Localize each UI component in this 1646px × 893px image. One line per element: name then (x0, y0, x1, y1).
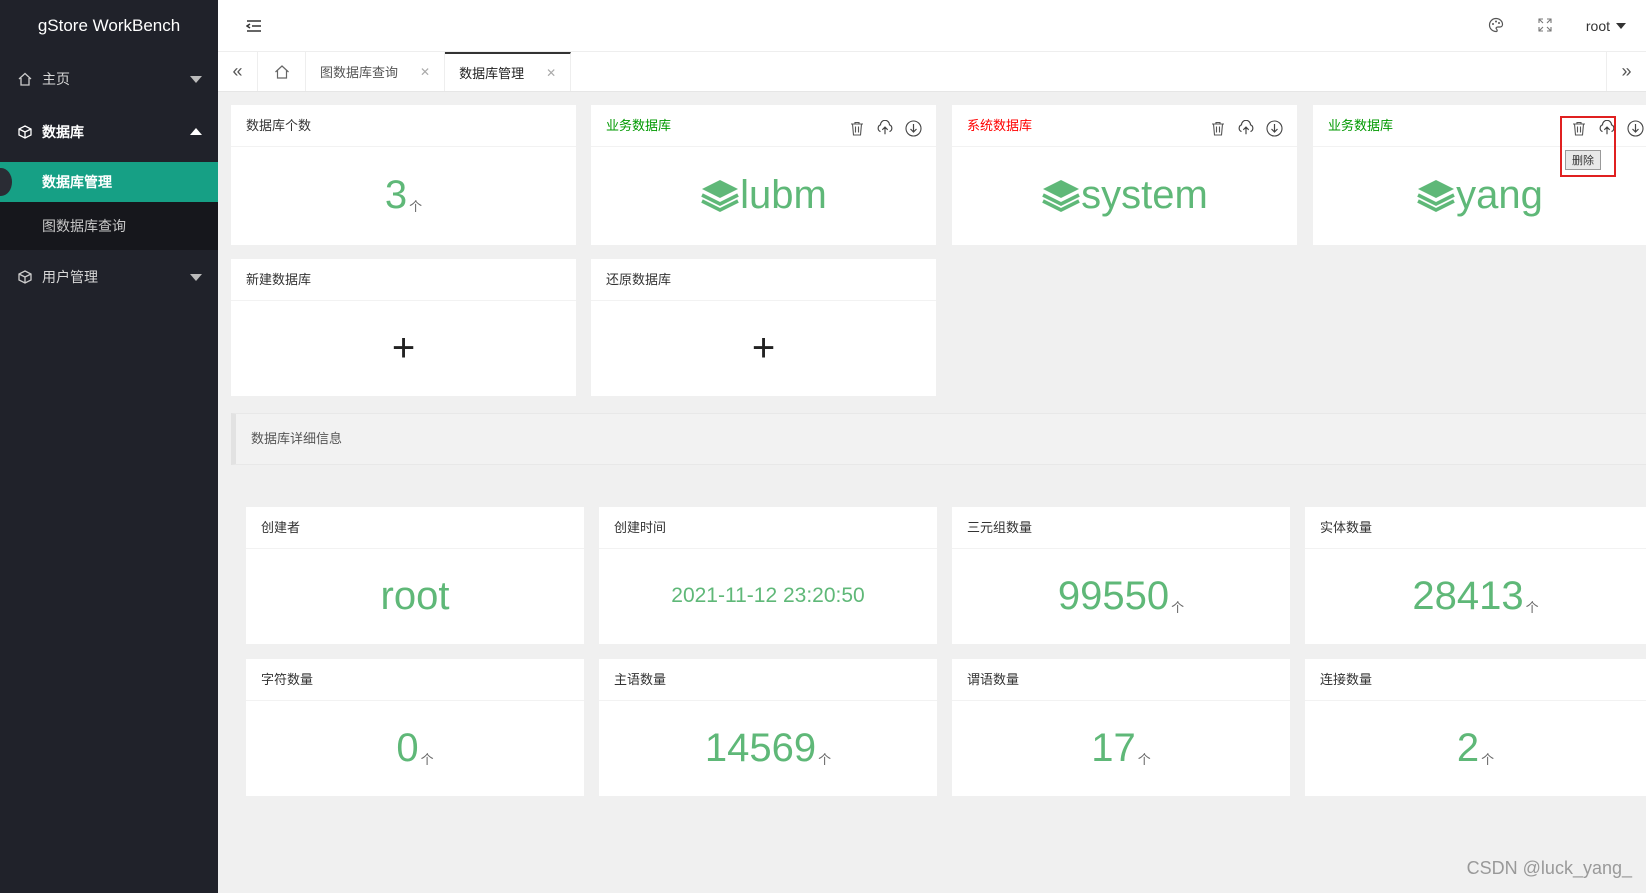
tab-graph-query[interactable]: 图数据库查询 ✕ (306, 52, 446, 91)
unit-label: 个 (420, 751, 434, 767)
detail-card-connections: 连接数量 2个 (1305, 659, 1646, 796)
unit-label: 个 (409, 199, 423, 214)
close-icon[interactable]: ✕ (420, 65, 430, 79)
tab-label: 图数据库查询 (320, 65, 399, 80)
add-icon[interactable]: + (752, 326, 775, 371)
detail-value: 17 (1091, 725, 1136, 770)
home-icon (18, 72, 32, 86)
fullscreen-icon[interactable] (1538, 17, 1552, 35)
sidebar-item-database[interactable]: 数据库 (0, 105, 218, 158)
layers-icon (1417, 179, 1455, 212)
card-title: 创建者 (246, 507, 584, 549)
detail-card-subjects: 主语数量 14569 个 (599, 659, 937, 796)
tabs-scroll-right-icon[interactable]: » (1606, 52, 1646, 91)
card-title: 还原数据库 (591, 259, 936, 301)
unit-label: 个 (1137, 751, 1151, 767)
tabs-scroll-left-icon[interactable]: « (218, 52, 258, 91)
detail-card-literals: 字符数量 0个 (246, 659, 584, 796)
detail-value: 2 (1456, 725, 1480, 770)
detail-card-predicates: 谓语数量 17 个 (952, 659, 1290, 796)
theme-palette-icon[interactable] (1488, 17, 1504, 36)
unit-label: 个 (818, 751, 832, 767)
unit-label: 个 (1171, 599, 1185, 615)
menu-collapse-icon[interactable] (245, 18, 262, 34)
detail-value: root (380, 573, 450, 618)
database-card[interactable]: 系统数据库 system (952, 105, 1297, 245)
home-icon (274, 64, 289, 79)
restore-database-card[interactable]: 还原数据库 + (591, 259, 936, 396)
sidebar-item-graph-query[interactable]: 图数据库查询 (0, 202, 218, 250)
detail-card-triples: 三元组数量 99550 个 (952, 507, 1290, 644)
layers-icon (701, 179, 739, 212)
chevron-up-icon (190, 127, 202, 135)
tab-home[interactable] (258, 52, 306, 91)
cube-icon (18, 124, 32, 139)
sidebar-item-home[interactable]: 主页 (0, 52, 218, 105)
new-database-card[interactable]: 新建数据库 + (231, 259, 576, 396)
chevron-down-icon (1616, 23, 1626, 29)
card-title: 连接数量 (1305, 659, 1646, 701)
cloud-upload-icon[interactable] (876, 119, 894, 137)
db-name: yang (1416, 173, 1543, 218)
section-title: 数据库详细信息 (231, 413, 1646, 465)
close-icon[interactable]: ✕ (546, 66, 556, 80)
detail-value: 28413 (1412, 573, 1524, 618)
sidebar-item-label: 用户管理 (42, 268, 98, 285)
card-title: 数据库个数 (231, 105, 576, 147)
tab-label: 数据库管理 (459, 66, 525, 81)
add-icon[interactable]: + (392, 326, 415, 371)
download-icon[interactable] (1265, 119, 1283, 137)
cloud-upload-icon[interactable] (1237, 119, 1255, 137)
tab-bar: « 图数据库查询 ✕ 数据库管理 ✕ » (218, 52, 1646, 92)
detail-card-created-time: 创建时间 2021-11-12 23:20:50 (599, 507, 937, 644)
layers-icon (1042, 179, 1080, 212)
user-menu[interactable]: root (1586, 18, 1626, 34)
sidebar-item-user-management[interactable]: 用户管理 (0, 250, 218, 303)
detail-card-entities: 实体数量 28413 个 (1305, 507, 1646, 644)
unit-label: 个 (1525, 599, 1539, 615)
tab-db-management[interactable]: 数据库管理 ✕ (445, 52, 572, 91)
watermark: CSDN @luck_yang_ (1466, 858, 1632, 878)
database-submenu: 数据库管理 图数据库查询 (0, 162, 218, 250)
db-name: lubm (700, 173, 827, 218)
detail-value: 14569 (704, 725, 817, 770)
detail-card-creator: 创建者 root (246, 507, 584, 644)
username: root (1585, 18, 1610, 34)
card-title: 新建数据库 (231, 259, 576, 301)
card-title: 主语数量 (599, 659, 937, 701)
database-card[interactable]: 业务数据库 lubm (591, 105, 936, 245)
detail-value: 0 (396, 725, 419, 770)
chevron-down-icon (190, 75, 202, 83)
card-title: 三元组数量 (952, 507, 1290, 549)
trash-icon[interactable] (848, 119, 866, 137)
app-title: gStore WorkBench (37, 16, 181, 35)
detail-value: 2021-11-12 23:20:50 (671, 584, 865, 607)
sidebar-item-label: 主页 (42, 70, 70, 87)
cube-icon (18, 269, 32, 284)
card-title: 创建时间 (599, 507, 937, 549)
card-title: 字符数量 (246, 659, 584, 701)
delete-tooltip: 删除 (1565, 150, 1601, 170)
db-count-card: 数据库个数 3 个 (231, 105, 576, 245)
sidebar-item-label: 数据库 (42, 123, 84, 140)
detail-value: 99550 (1057, 573, 1170, 618)
card-title: 谓语数量 (952, 659, 1290, 701)
download-icon[interactable] (1626, 119, 1644, 137)
unit-label: 个 (1481, 751, 1495, 767)
db-name: system (1041, 173, 1208, 218)
chevron-down-icon (190, 273, 202, 281)
db-count-value: 3 (384, 173, 408, 217)
trash-icon[interactable] (1209, 119, 1227, 137)
sidebar-item-db-management[interactable]: 数据库管理 (0, 162, 218, 202)
download-icon[interactable] (904, 119, 922, 137)
top-header: root (218, 0, 1646, 52)
sidebar: gStore WorkBench 主页 数据库 数据库管理 图数据库查询 用户管… (0, 0, 218, 893)
card-title: 实体数量 (1305, 507, 1646, 549)
